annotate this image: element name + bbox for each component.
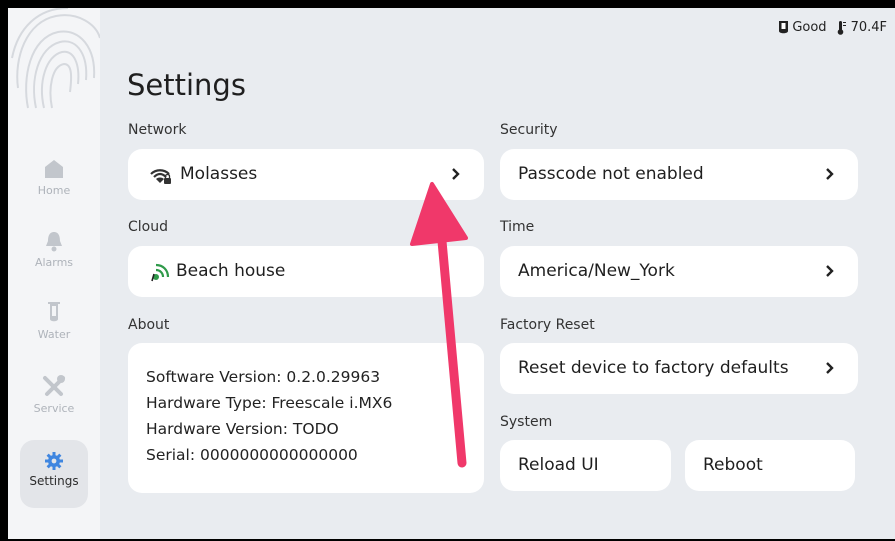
- screen: Home Alarms Water Service Settings Good …: [8, 8, 895, 539]
- annotation-arrow: [410, 182, 468, 468]
- device-frame: Home Alarms Water Service Settings Good …: [0, 0, 895, 541]
